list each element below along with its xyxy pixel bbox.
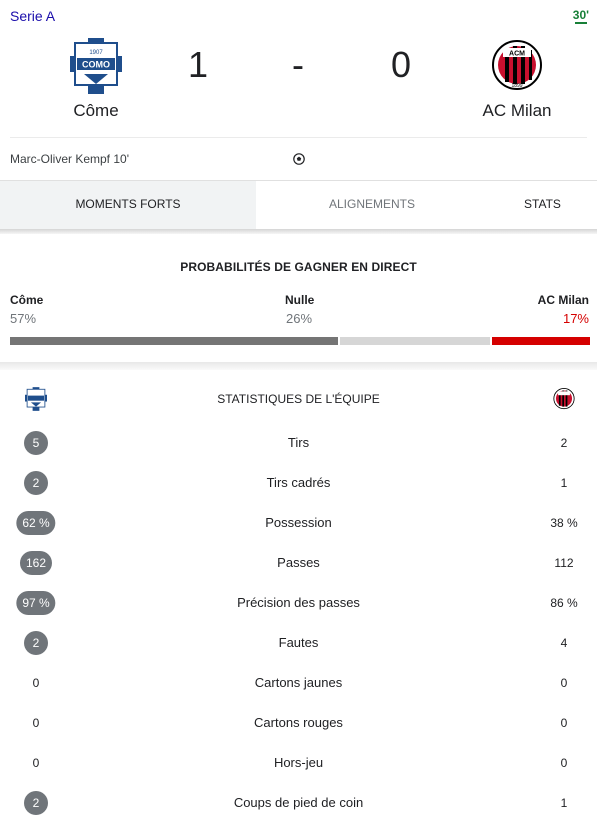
match-minute: 30' (572, 8, 589, 22)
home-score: 1 (188, 44, 209, 85)
stat-row: Cartons jaunes 0 0 (0, 671, 597, 695)
tab-stats[interactable]: STATS (488, 181, 597, 230)
ac-milan-small-logo (553, 387, 575, 410)
score-separator: - (292, 44, 304, 85)
svg-text:COMO: COMO (82, 60, 110, 70)
stat-home-value: 62 % (16, 511, 56, 535)
league-name[interactable]: Serie A (10, 8, 55, 24)
stat-away-value: 2 (560, 436, 568, 450)
section-separator (0, 229, 597, 234)
tab-lineups[interactable]: ALIGNEMENTS (256, 181, 488, 230)
stat-label: Cartons rouges (254, 715, 343, 730)
home-prob-bar (10, 337, 338, 345)
svg-text:1907: 1907 (89, 50, 103, 56)
stat-label: Hors-jeu (273, 755, 324, 770)
stat-home-value: 2 (24, 471, 48, 495)
stat-home-value: 162 (19, 551, 53, 575)
stat-home-value: 2 (24, 631, 48, 655)
stat-home-value: 0 (32, 676, 40, 690)
team-stats-title: STATISTIQUES DE L'ÉQUIPE (217, 392, 380, 406)
divider (10, 137, 587, 138)
stat-away-value: 1 (560, 476, 568, 490)
stat-row: Coups de pied de coin 2 1 (0, 791, 597, 815)
stat-row: Cartons rouges 0 0 (0, 711, 597, 735)
como-logo: 1907 COMO (70, 38, 122, 94)
home-prob-value: 57% (10, 311, 37, 326)
stat-row: Hors-jeu 0 0 (0, 751, 597, 775)
stat-away-value: 0 (560, 676, 568, 690)
stat-row: Tirs cadrés 2 1 (0, 471, 597, 495)
stat-label: Tirs (287, 435, 310, 450)
away-team[interactable]: ACM 1899 AC Milan (447, 38, 587, 121)
stat-home-value: 0 (32, 756, 40, 770)
goal-scorer: Marc-Oliver Kempf 10' (10, 152, 129, 166)
draw-prob-label: Nulle (285, 293, 315, 307)
ac-milan-logo: ACM 1899 (492, 40, 542, 90)
stat-home-value: 5 (24, 431, 48, 455)
win-probability-title: PROBABILITÉS DE GAGNER EN DIRECT (180, 260, 417, 274)
stat-row: Précision des passes 97 % 86 % (0, 591, 597, 615)
home-team[interactable]: 1907 COMO Côme (26, 38, 166, 121)
stat-away-value: 1 (560, 796, 568, 810)
stat-away-value: 38 % (550, 516, 578, 530)
stat-away-value: 86 % (550, 596, 578, 610)
stat-label: Passes (277, 555, 320, 570)
stat-home-value: 0 (32, 716, 40, 730)
tab-bar: MOMENTS FORTS ALIGNEMENTS STATS (0, 180, 597, 230)
away-prob-value: 17% (562, 311, 589, 326)
draw-prob-value: 26% (286, 311, 313, 326)
section-separator (0, 362, 597, 370)
away-team-name: AC Milan (482, 101, 552, 120)
away-prob-bar (492, 337, 590, 345)
stat-away-value: 0 (560, 756, 568, 770)
live-indicator (575, 22, 587, 24)
soccer-ball-icon (293, 153, 305, 165)
stat-label: Fautes (278, 635, 319, 650)
away-score: 0 (391, 44, 412, 85)
stat-row: Fautes 2 4 (0, 631, 597, 655)
stat-away-value: 4 (560, 636, 568, 650)
draw-prob-bar (340, 337, 490, 345)
stat-label: Cartons jaunes (254, 675, 343, 690)
stat-label: Tirs cadrés (266, 475, 331, 490)
stat-home-value: 2 (24, 791, 48, 815)
away-prob-label: AC Milan (537, 293, 589, 307)
stat-home-value: 97 % (16, 591, 56, 615)
stat-away-value: 112 (554, 556, 574, 570)
stat-label: Possession (265, 515, 332, 530)
stat-row: Tirs 5 2 (0, 431, 597, 455)
stat-label: Coups de pied de coin (233, 795, 364, 810)
stat-label: Précision des passes (237, 595, 360, 610)
home-prob-label: Côme (10, 293, 44, 307)
tab-highlights[interactable]: MOMENTS FORTS (0, 181, 256, 230)
svg-text:1899: 1899 (511, 83, 522, 89)
home-team-name: Côme (73, 101, 119, 120)
svg-text:ACM: ACM (509, 51, 525, 58)
stat-row: Passes 162 112 (0, 551, 597, 575)
stat-away-value: 0 (560, 716, 568, 730)
stat-row: Possession 62 % 38 % (0, 511, 597, 535)
